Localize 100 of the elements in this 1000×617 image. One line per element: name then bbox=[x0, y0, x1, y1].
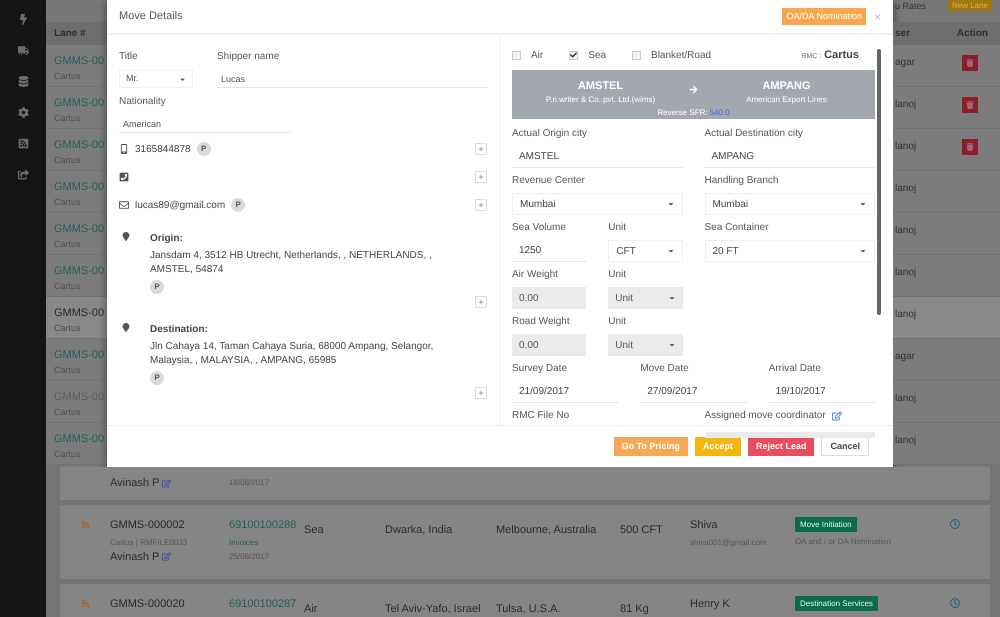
destination-city: AMPANG bbox=[762, 78, 811, 94]
delete-button[interactable] bbox=[962, 55, 978, 71]
field-label: Road Weight bbox=[512, 315, 570, 329]
address-text: Jansdam 4, 3512 HB Utrecht, Netherlands, , NETHERLANDS, , AMSTEL, 54874 bbox=[150, 249, 433, 277]
address-label: Destination: bbox=[150, 323, 209, 337]
caret-icon bbox=[668, 294, 676, 302]
coordinator-field[interactable] bbox=[704, 432, 875, 438]
field-label: Sea Volume bbox=[512, 221, 566, 235]
user-text: lanoj bbox=[895, 182, 916, 196]
clock-icon[interactable] bbox=[950, 598, 960, 608]
checkbox[interactable] bbox=[632, 50, 642, 60]
caret-icon bbox=[179, 76, 186, 82]
field-label: Handling Branch bbox=[704, 174, 778, 188]
volume-text: 500 CFT bbox=[620, 524, 663, 536]
primary-badge: P bbox=[196, 142, 211, 156]
title-select[interactable]: Mr. bbox=[119, 70, 193, 88]
checkbox-label: Air bbox=[531, 48, 544, 63]
caret-icon bbox=[666, 247, 674, 255]
add-button[interactable]: + bbox=[475, 296, 487, 308]
mode-text: Air bbox=[304, 603, 318, 615]
rss-icon[interactable] bbox=[18, 138, 28, 149]
status-badge: Destination Services bbox=[795, 596, 878, 611]
bolt-icon[interactable] bbox=[18, 14, 28, 25]
select-field[interactable]: Mumbai bbox=[704, 193, 875, 215]
trash-icon bbox=[966, 143, 974, 151]
field-label: Air Weight bbox=[512, 268, 558, 282]
nationality-field[interactable]: American bbox=[119, 115, 291, 133]
edit-icon[interactable] bbox=[162, 478, 172, 488]
sfr-value: 540.0 bbox=[710, 107, 730, 119]
user-text: agar bbox=[895, 350, 916, 364]
delete-button[interactable] bbox=[962, 97, 978, 113]
user-text: lanoj bbox=[895, 308, 916, 322]
map-pin-icon bbox=[122, 232, 130, 241]
checkbox[interactable] bbox=[569, 50, 578, 60]
trash-icon bbox=[966, 101, 974, 109]
user-text: lanoj bbox=[895, 224, 916, 238]
field-label: Unit bbox=[608, 315, 626, 329]
volume-text: 81 Kg bbox=[620, 603, 649, 615]
primary-badge: P bbox=[150, 280, 164, 294]
dialog-title: Move Details bbox=[119, 9, 183, 24]
lane-text: GMMS-000002 bbox=[110, 518, 186, 533]
caret-icon bbox=[859, 247, 867, 255]
field-label: Survey Date bbox=[512, 362, 568, 376]
mobile-phone-icon bbox=[119, 144, 129, 154]
clock-icon[interactable] bbox=[950, 519, 960, 529]
field-label: Shipper name bbox=[217, 50, 280, 64]
field-label: RMC File No bbox=[512, 409, 570, 423]
add-button[interactable]: + bbox=[475, 199, 487, 211]
shipper-name-field[interactable]: Lucas bbox=[217, 70, 487, 88]
user-text: Shiva bbox=[690, 518, 719, 533]
lane-link[interactable]: GMMS-00 bbox=[54, 305, 107, 322]
table-header: ser bbox=[895, 27, 910, 41]
address-label: Origin: bbox=[150, 232, 184, 246]
select-field[interactable]: Mumbai bbox=[512, 193, 682, 215]
field-label: Assigned move coordinator bbox=[704, 409, 826, 423]
rates-text: u Rates bbox=[895, 0, 926, 13]
address-text: Jln Cahaya 14, Taman Cahaya Suria, 68000 Ampang, Selangor, Malaysia, , MALAYSIA, , AMPANG, 65985 bbox=[150, 340, 434, 368]
share-icon[interactable] bbox=[18, 169, 28, 180]
coordinator-text: Avinash P bbox=[110, 476, 160, 491]
database-icon[interactable] bbox=[18, 76, 28, 87]
edit-icon[interactable] bbox=[832, 410, 842, 420]
rmc-value: Cartus bbox=[824, 48, 859, 63]
field-label: Title bbox=[119, 50, 139, 64]
primary-badge: P bbox=[150, 371, 164, 385]
delete-button[interactable] bbox=[962, 139, 978, 155]
select-field[interactable]: CFT bbox=[608, 240, 682, 262]
field-label: Arrival Date bbox=[768, 362, 821, 376]
rss-icon bbox=[80, 520, 90, 529]
field-label: Unit bbox=[608, 268, 626, 282]
edit-icon[interactable] bbox=[162, 552, 172, 562]
caret-icon bbox=[666, 200, 674, 208]
user-text: lanoj bbox=[895, 434, 916, 448]
user-text: lanoj bbox=[895, 140, 916, 154]
add-button[interactable]: + bbox=[475, 387, 487, 399]
origin-text: Tel Aviv-Yafo, Israel bbox=[385, 603, 481, 615]
user-text: Henry K bbox=[690, 597, 731, 612]
select-field[interactable]: 20 FT bbox=[704, 240, 875, 262]
field-label: Revenue Center bbox=[512, 174, 585, 188]
field-label: Sea Container bbox=[704, 221, 768, 235]
origin-text: Dwarka, India bbox=[385, 524, 452, 536]
user-text: agar bbox=[895, 56, 916, 70]
checkbox[interactable] bbox=[512, 50, 521, 60]
primary-badge: P bbox=[231, 198, 246, 212]
sfr-label: Reverse SFR: bbox=[657, 107, 708, 119]
lane-text: GMMS-000020 bbox=[110, 597, 186, 612]
checkbox-label: Blanket/Road bbox=[651, 48, 712, 63]
truck-icon[interactable] bbox=[18, 45, 28, 56]
settings-icon[interactable] bbox=[18, 107, 28, 118]
add-button[interactable]: + bbox=[475, 143, 487, 155]
dialog-button[interactable]: Cancel bbox=[821, 437, 869, 456]
field-label: Unit bbox=[608, 221, 626, 235]
caret-icon bbox=[859, 200, 867, 208]
table-header: Lane # bbox=[46, 22, 107, 45]
add-button[interactable]: + bbox=[475, 171, 487, 183]
dialog-button[interactable]: Reject Lead bbox=[748, 437, 814, 456]
map-pin-icon bbox=[122, 323, 130, 332]
coordinator-text: Avinash P bbox=[110, 550, 160, 564]
table-header: Action bbox=[956, 27, 988, 41]
field-label: Move Date bbox=[640, 362, 689, 376]
origin-agent: P.n.writer & Co. pvt. Ltd.(wims) bbox=[546, 94, 656, 106]
